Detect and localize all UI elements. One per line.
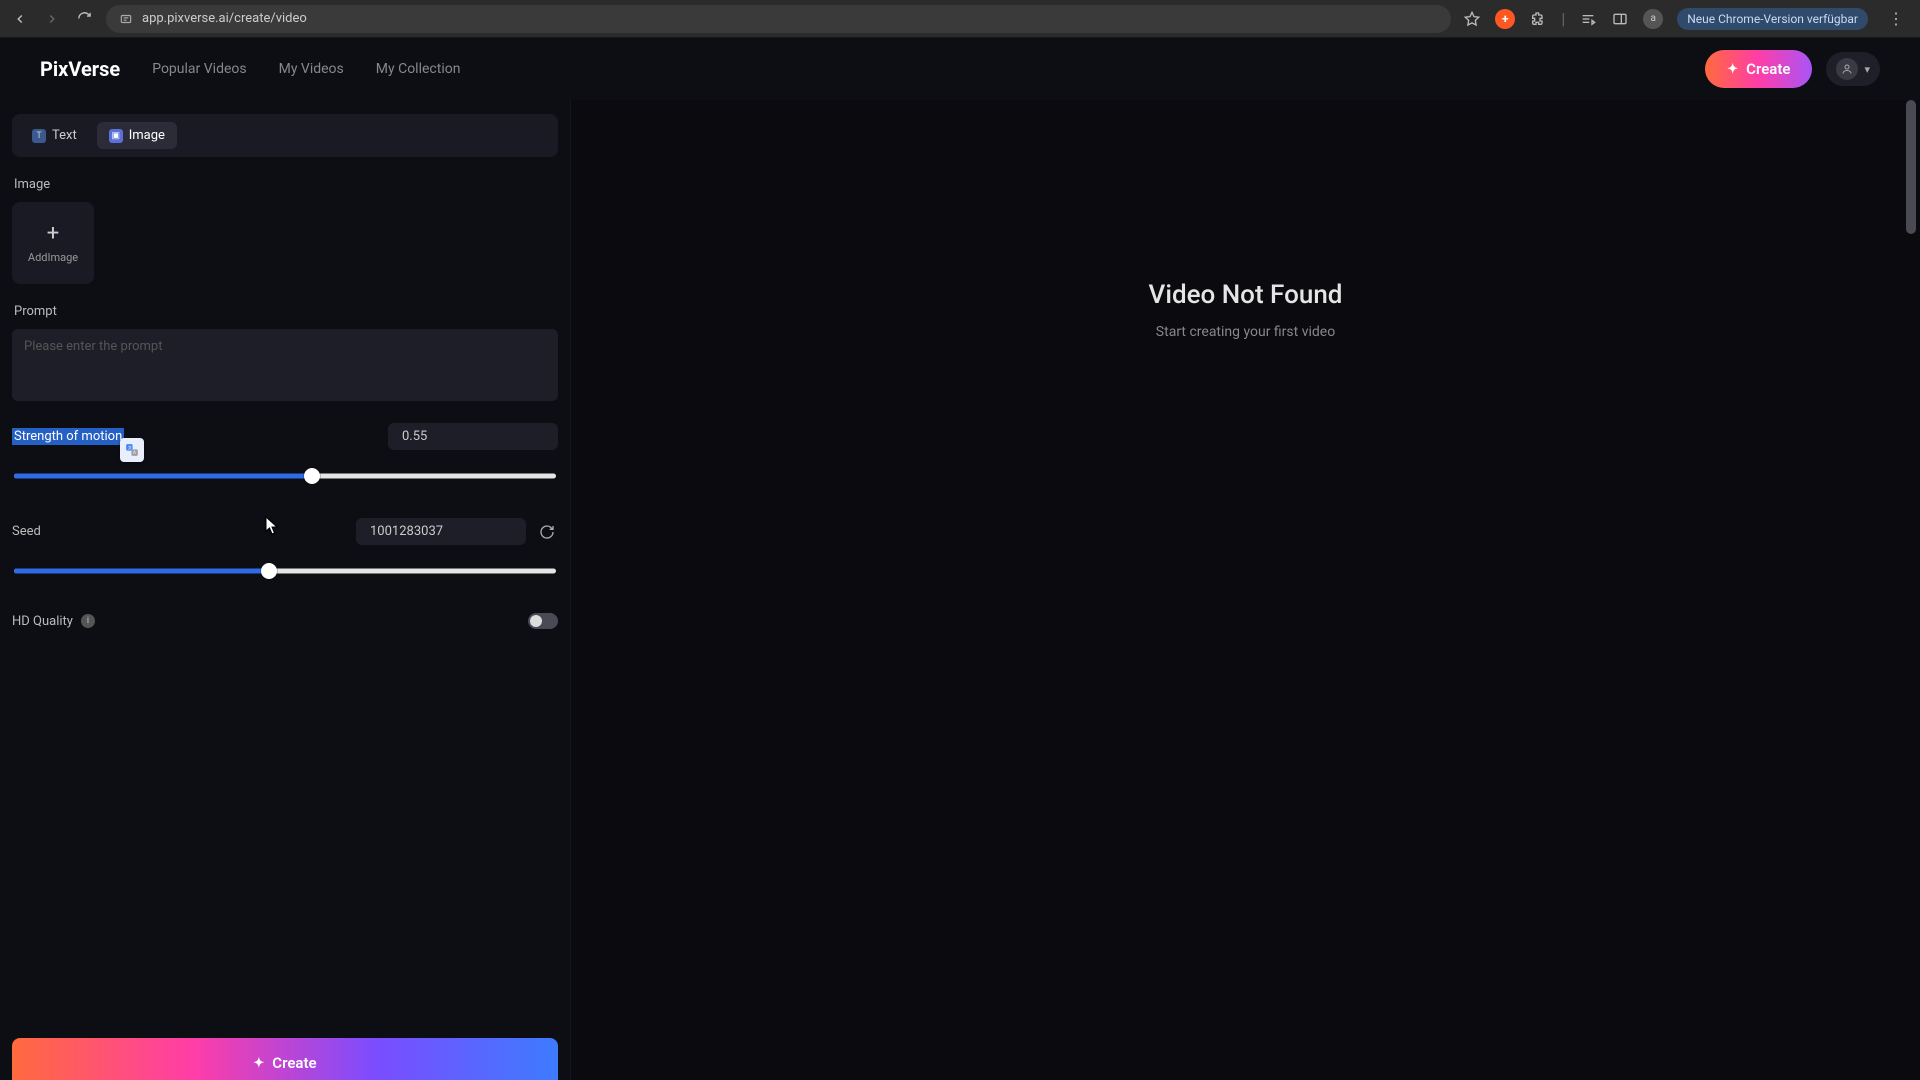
content-area: Video Not Found Start creating your firs… bbox=[570, 100, 1920, 1080]
playlist-icon[interactable] bbox=[1579, 10, 1597, 28]
strength-value[interactable]: 0.55 bbox=[388, 423, 558, 450]
image-section-label: Image bbox=[14, 177, 558, 192]
nav-popular-videos[interactable]: Popular Videos bbox=[152, 61, 246, 77]
sparkle-icon: ✦ bbox=[1727, 62, 1738, 77]
update-chip[interactable]: Neue Chrome-Version verfügbar bbox=[1677, 8, 1868, 30]
translate-icon[interactable]: 文A bbox=[120, 438, 144, 462]
sidebar: T Text ▣ Image Image + AddImage Prompt P… bbox=[0, 100, 570, 1080]
strength-slider-thumb[interactable] bbox=[304, 468, 320, 484]
mode-tabs: T Text ▣ Image bbox=[12, 114, 558, 157]
user-menu[interactable]: ▾ bbox=[1826, 52, 1880, 86]
seed-value[interactable]: 1001283037 bbox=[356, 518, 526, 545]
add-image-button[interactable]: + AddImage bbox=[12, 202, 94, 284]
scrollbar-thumb[interactable] bbox=[1906, 100, 1916, 234]
strength-slider[interactable] bbox=[14, 468, 556, 484]
tab-image[interactable]: ▣ Image bbox=[97, 122, 177, 149]
create-button[interactable]: ✦ Create bbox=[1705, 50, 1812, 88]
strength-label: Strength of motion bbox=[12, 428, 124, 445]
scrollbar[interactable] bbox=[1906, 100, 1918, 1080]
logo[interactable]: PixVerse bbox=[40, 57, 120, 81]
panel-icon[interactable] bbox=[1611, 10, 1629, 28]
empty-title: Video Not Found bbox=[1149, 280, 1343, 310]
create-video-button[interactable]: ✦ Create bbox=[12, 1038, 558, 1080]
hd-toggle[interactable] bbox=[528, 613, 558, 629]
plus-icon: + bbox=[47, 223, 59, 245]
site-settings-icon[interactable] bbox=[118, 11, 134, 27]
image-tab-icon: ▣ bbox=[109, 129, 123, 143]
address-bar[interactable]: app.pixverse.ai/create/video bbox=[106, 5, 1451, 33]
nav-my-videos[interactable]: My Videos bbox=[279, 61, 344, 77]
svg-text:A: A bbox=[133, 450, 136, 455]
prompt-section-label: Prompt bbox=[14, 304, 558, 319]
seed-slider[interactable] bbox=[14, 563, 556, 579]
info-icon[interactable]: i bbox=[81, 614, 95, 628]
text-tab-icon: T bbox=[32, 129, 46, 143]
profile-avatar[interactable]: a bbox=[1643, 9, 1663, 29]
user-avatar-icon bbox=[1836, 58, 1858, 80]
empty-subtitle: Start creating your first video bbox=[1149, 324, 1343, 340]
star-icon[interactable] bbox=[1463, 10, 1481, 28]
seed-label: Seed bbox=[12, 524, 41, 539]
nav-my-collection[interactable]: My Collection bbox=[376, 61, 461, 77]
url-text: app.pixverse.ai/create/video bbox=[142, 11, 307, 26]
extension-badge[interactable]: + bbox=[1495, 9, 1515, 29]
prompt-input[interactable]: Please enter the prompt bbox=[12, 329, 558, 401]
extensions-icon[interactable] bbox=[1529, 10, 1547, 28]
kebab-menu-icon[interactable]: ⋮ bbox=[1882, 9, 1910, 28]
back-button[interactable] bbox=[10, 9, 30, 29]
sparkle-icon: ✦ bbox=[253, 1056, 264, 1071]
svg-text:文: 文 bbox=[128, 444, 132, 450]
browser-toolbar: app.pixverse.ai/create/video + | a Neue … bbox=[0, 0, 1920, 38]
chevron-down-icon: ▾ bbox=[1864, 63, 1870, 76]
seed-slider-thumb[interactable] bbox=[261, 563, 277, 579]
app-header: PixVerse Popular Videos My Videos My Col… bbox=[0, 38, 1920, 100]
reload-button[interactable] bbox=[74, 9, 94, 29]
tab-text[interactable]: T Text bbox=[20, 122, 89, 149]
seed-refresh-button[interactable] bbox=[536, 521, 558, 543]
forward-button[interactable] bbox=[42, 9, 62, 29]
hd-label: HD Quality bbox=[12, 614, 73, 629]
